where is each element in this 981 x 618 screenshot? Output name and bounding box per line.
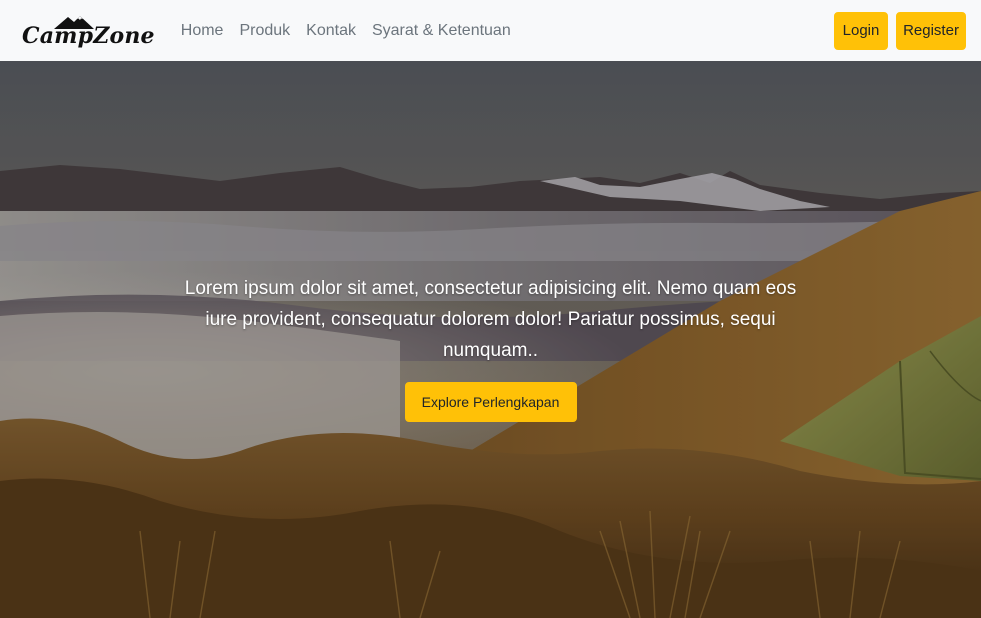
explore-perlengkapan-button[interactable]: Explore Perlengkapan: [404, 382, 577, 422]
nav-link-produk[interactable]: Produk: [239, 22, 290, 40]
page: CampZone Home Produk Kontak Syarat & Ket…: [0, 0, 981, 618]
nav-link-home[interactable]: Home: [181, 22, 224, 40]
login-button[interactable]: Login: [834, 11, 888, 50]
navbar: CampZone Home Produk Kontak Syarat & Ket…: [0, 0, 981, 61]
hero-section: Lorem ipsum dolor sit amet, consectetur …: [0, 61, 981, 618]
hero-content: Lorem ipsum dolor sit amet, consectetur …: [0, 273, 981, 422]
nav-link-syarat-ketentuan[interactable]: Syarat & Ketentuan: [372, 22, 511, 40]
nav-links: Home Produk Kontak Syarat & Ketentuan: [173, 22, 519, 40]
mountain-logo-icon: [54, 15, 94, 29]
nav-link-kontak[interactable]: Kontak: [306, 22, 356, 40]
hero-description: Lorem ipsum dolor sit amet, consectetur …: [184, 278, 797, 361]
brand-logo[interactable]: CampZone: [22, 11, 155, 51]
register-button[interactable]: Register: [896, 11, 966, 50]
auth-buttons: Login Register: [834, 11, 966, 50]
